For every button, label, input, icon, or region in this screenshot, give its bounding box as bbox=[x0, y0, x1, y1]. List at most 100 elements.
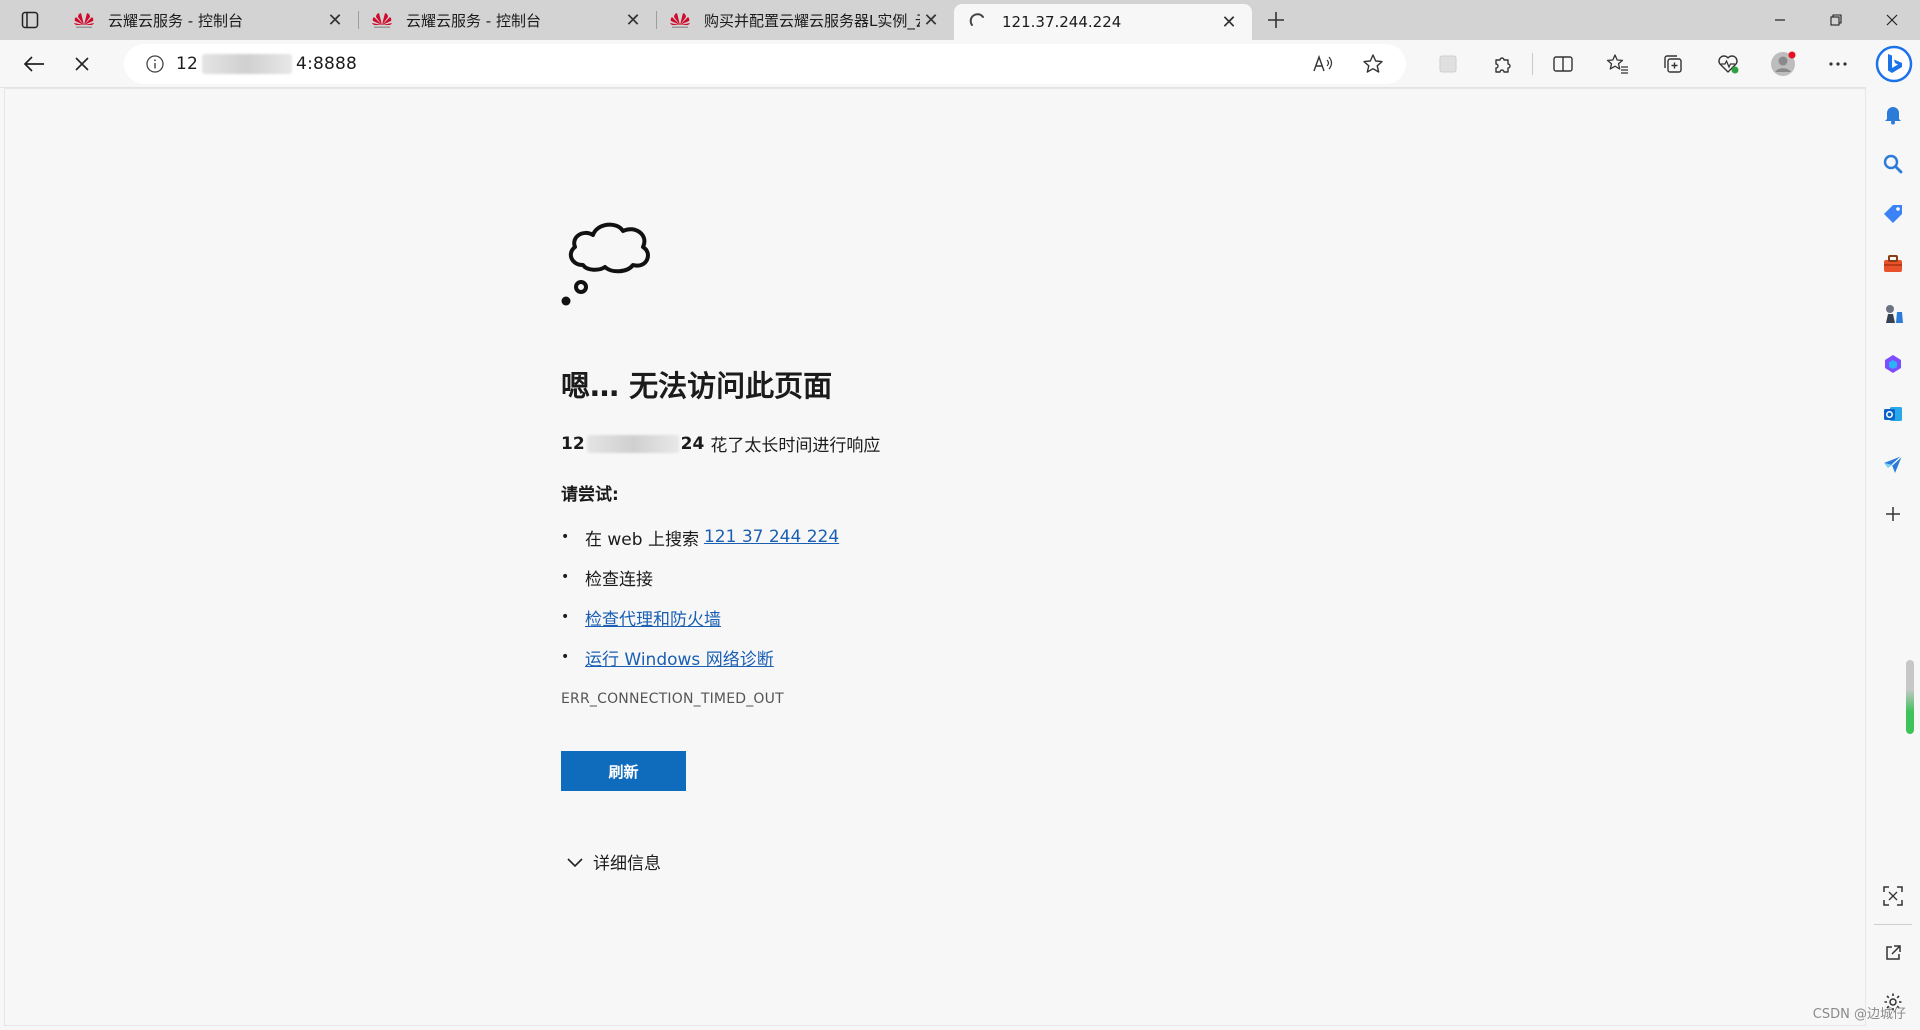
add-sidebar-app-button[interactable] bbox=[1875, 496, 1911, 532]
close-window-button[interactable] bbox=[1864, 0, 1920, 40]
plus-icon bbox=[1268, 12, 1284, 28]
error-code: ERR_CONNECTION_TIMED_OUT bbox=[561, 691, 784, 707]
stop-loading-button[interactable] bbox=[58, 44, 106, 84]
tab-active-ip[interactable]: 121.37.244.224 ✕ bbox=[954, 4, 1252, 40]
shopping-button[interactable] bbox=[1875, 196, 1911, 232]
external-link-icon bbox=[1886, 945, 1901, 960]
list-item: • 运行 Windows 网络诊断 bbox=[561, 637, 1261, 677]
tab-title: 云耀云服务 - 控制台 bbox=[406, 11, 541, 30]
more-dots-icon bbox=[1828, 62, 1847, 66]
thought-cloud-icon bbox=[561, 222, 650, 306]
toolbox-icon bbox=[1884, 255, 1902, 272]
sidebar-scroll-indicator[interactable] bbox=[1906, 660, 1914, 734]
read-aloud-button[interactable] bbox=[1300, 44, 1346, 84]
page-viewport: 嗯… 无法访问此页面 12 24 花了太长时间进行响应 请尝试: • 在 web … bbox=[4, 88, 1866, 1026]
close-tab-icon[interactable]: ✕ bbox=[622, 9, 644, 31]
tab-huawei-console-1[interactable]: 云耀云服务 - 控制台 ✕ bbox=[60, 0, 358, 40]
microsoft365-button[interactable] bbox=[1875, 346, 1911, 382]
minimize-button[interactable] bbox=[1752, 0, 1808, 40]
open-external-button[interactable] bbox=[1875, 935, 1911, 971]
close-tab-icon[interactable]: ✕ bbox=[1218, 11, 1240, 33]
tab-title: 云耀云服务 - 控制台 bbox=[108, 11, 243, 30]
loading-spinner-icon bbox=[966, 12, 990, 32]
split-screen-icon bbox=[1552, 56, 1573, 72]
address-suffix: 4:8888 bbox=[296, 54, 358, 74]
notifications-button[interactable] bbox=[1875, 96, 1911, 132]
close-icon bbox=[75, 56, 89, 71]
profile-button[interactable] bbox=[1755, 44, 1810, 84]
tab-actions-icon bbox=[21, 11, 39, 29]
details-toggle[interactable]: 详细信息 bbox=[561, 849, 1261, 874]
search-sidebar-button[interactable] bbox=[1875, 146, 1911, 182]
search-web-link[interactable]: 121 37 244 224 bbox=[704, 527, 839, 547]
list-item: • 检查代理和防火墙 bbox=[561, 597, 1261, 637]
huawei-logo-icon bbox=[72, 10, 96, 30]
back-arrow-icon bbox=[23, 55, 44, 72]
check-proxy-link[interactable]: 检查代理和防火墙 bbox=[585, 605, 721, 630]
tab-title: 121.37.244.224 bbox=[1002, 13, 1122, 31]
bing-logo-icon bbox=[1875, 45, 1913, 83]
close-tab-icon[interactable]: ✕ bbox=[920, 9, 942, 31]
restore-button[interactable] bbox=[1808, 0, 1864, 40]
extensions-button[interactable] bbox=[1475, 44, 1530, 84]
refresh-button[interactable]: 刷新 bbox=[561, 751, 686, 791]
huawei-logo-icon bbox=[668, 10, 692, 30]
tab-huawei-console-2[interactable]: 云耀云服务 - 控制台 ✕ bbox=[358, 0, 656, 40]
drop-button[interactable] bbox=[1875, 446, 1911, 482]
toolbar-right bbox=[1420, 44, 1865, 84]
error-content: 嗯… 无法访问此页面 12 24 花了太长时间进行响应 请尝试: • 在 web … bbox=[561, 217, 1261, 874]
try-label: 请尝试: bbox=[561, 485, 619, 505]
split-screen-button[interactable] bbox=[1535, 44, 1590, 84]
list-item: • 检查连接 bbox=[561, 557, 1261, 597]
back-button[interactable] bbox=[10, 44, 58, 84]
extension-placeholder-icon bbox=[1439, 55, 1456, 73]
csdn-watermark: CSDN @边城仔 bbox=[1812, 1007, 1906, 1022]
list-item: • 在 web 上搜索 121 37 244 224 bbox=[561, 517, 1261, 557]
outlook-icon bbox=[1884, 407, 1902, 421]
games-button[interactable] bbox=[1875, 296, 1911, 332]
bullet: • bbox=[561, 609, 570, 625]
new-tab-button[interactable] bbox=[1252, 0, 1300, 40]
close-icon bbox=[1886, 14, 1898, 26]
address-text[interactable]: 12 4:8888 bbox=[176, 54, 357, 74]
sidebar-divider bbox=[1874, 924, 1912, 925]
bullet: • bbox=[561, 529, 570, 545]
extension-placeholder-button[interactable] bbox=[1420, 44, 1475, 84]
address-bar-actions bbox=[1300, 44, 1396, 84]
tools-button[interactable] bbox=[1875, 246, 1911, 282]
read-aloud-icon bbox=[1313, 54, 1333, 72]
redacted-block bbox=[202, 54, 293, 74]
chess-piece-icon bbox=[1886, 305, 1903, 323]
restore-icon bbox=[1830, 14, 1842, 26]
browser-essentials-button[interactable] bbox=[1700, 44, 1755, 84]
tab-purchase-config[interactable]: 购买并配置云耀云服务器L实例_云 ✕ bbox=[656, 0, 954, 40]
redacted-block bbox=[586, 434, 679, 453]
star-icon bbox=[1363, 54, 1383, 73]
favorite-star-button[interactable] bbox=[1350, 44, 1396, 84]
address-bar[interactable]: 12 4:8888 bbox=[124, 44, 1406, 84]
run-diagnostics-link[interactable]: 运行 Windows 网络诊断 bbox=[585, 645, 774, 670]
tag-icon bbox=[1884, 205, 1902, 223]
heart-pulse-icon bbox=[1717, 55, 1738, 74]
avatar-icon bbox=[1770, 51, 1795, 76]
browser-toolbar: 12 4:8888 bbox=[0, 40, 1920, 88]
outlook-button[interactable] bbox=[1875, 396, 1911, 432]
site-info-icon[interactable] bbox=[134, 54, 176, 74]
minimize-icon bbox=[1775, 19, 1785, 21]
collections-button[interactable] bbox=[1645, 44, 1700, 84]
settings-more-button[interactable] bbox=[1810, 44, 1865, 84]
error-host: 12 24 bbox=[561, 434, 704, 454]
microsoft365-icon bbox=[1885, 355, 1901, 373]
address-prefix: 12 bbox=[176, 54, 199, 74]
tab-actions-button[interactable] bbox=[0, 0, 60, 40]
error-message: 12 24 花了太长时间进行响应 bbox=[561, 431, 1261, 457]
tab-strip: 云耀云服务 - 控制台 ✕ 云耀云服务 - 控制台 ✕ 购买并配置云耀云服务器L… bbox=[0, 0, 1920, 40]
toolbar-separator bbox=[1532, 53, 1533, 75]
favorites-button[interactable] bbox=[1590, 44, 1645, 84]
screenshot-button[interactable] bbox=[1875, 878, 1911, 914]
plus-icon bbox=[1886, 507, 1900, 521]
bing-copilot-button[interactable] bbox=[1874, 44, 1914, 84]
suggestion-list: • 在 web 上搜索 121 37 244 224 • 检查连接 • 检查代理… bbox=[561, 517, 1261, 677]
close-tab-icon[interactable]: ✕ bbox=[324, 9, 346, 31]
edge-sidebar bbox=[1866, 40, 1920, 1030]
